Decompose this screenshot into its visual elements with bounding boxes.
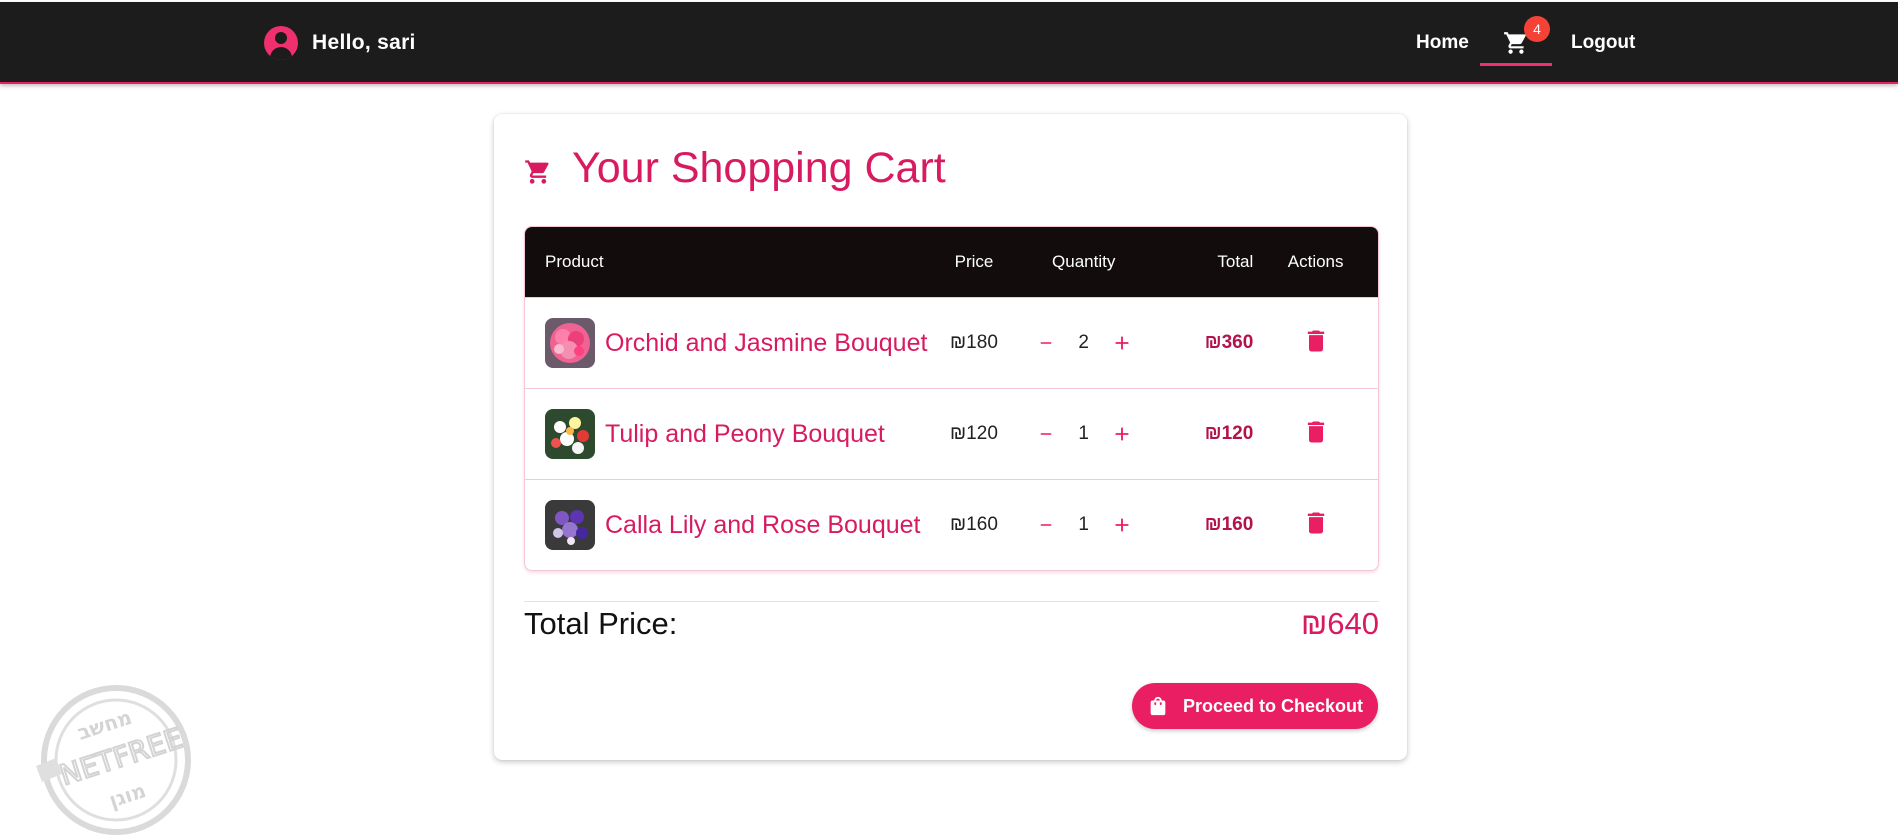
total-price-value: ₪640 bbox=[1300, 606, 1379, 641]
total-price-label: Total Price: bbox=[524, 606, 678, 641]
quantity-stepper: 2 bbox=[1004, 325, 1164, 361]
quantity-value: 1 bbox=[1078, 423, 1089, 444]
increase-quantity-button[interactable] bbox=[1104, 416, 1140, 452]
nav-logout-link[interactable]: Logout bbox=[1571, 32, 1635, 54]
decrease-quantity-button[interactable] bbox=[1028, 416, 1064, 452]
remove-item-button[interactable] bbox=[1302, 509, 1330, 537]
svg-text:מוגן: מוגן bbox=[106, 778, 149, 812]
shopping-cart-card: Your Shopping Cart Product Price Quantit… bbox=[494, 114, 1407, 760]
total-divider bbox=[524, 601, 1379, 602]
quantity-value: 1 bbox=[1078, 514, 1089, 535]
greeting-text: Hello, sari bbox=[312, 31, 416, 54]
add-icon bbox=[1115, 427, 1129, 441]
increase-quantity-button[interactable] bbox=[1104, 507, 1140, 543]
add-icon bbox=[1115, 336, 1129, 350]
add-icon bbox=[1115, 518, 1129, 532]
quantity-stepper: 1 bbox=[1004, 416, 1164, 452]
nav-cart-button[interactable]: 4 bbox=[1480, 4, 1552, 66]
navbar: Hello, sari Home 4 Logout bbox=[0, 2, 1898, 84]
delete-icon bbox=[1307, 421, 1324, 442]
remove-item-button[interactable] bbox=[1302, 418, 1330, 446]
remove-icon bbox=[1040, 342, 1051, 344]
product-image bbox=[545, 500, 595, 550]
table-row: Orchid and Jasmine Bouquet ₪180 2 ₪360 bbox=[525, 297, 1378, 388]
decrease-quantity-button[interactable] bbox=[1028, 507, 1064, 543]
table-header: Product Price Quantity Total Actions bbox=[525, 227, 1378, 297]
column-header-total: Total bbox=[1217, 252, 1254, 271]
shopping-bag-icon bbox=[1150, 696, 1166, 716]
column-header-quantity: Quantity bbox=[1052, 252, 1116, 271]
decrease-quantity-button[interactable] bbox=[1028, 325, 1064, 361]
shopping-cart-icon bbox=[525, 159, 549, 184]
cart-table: Product Price Quantity Total Actions Orc… bbox=[524, 226, 1379, 571]
row-total: ₪160 bbox=[1204, 514, 1254, 535]
column-header-price: Price bbox=[954, 252, 994, 271]
user-greeting: Hello, sari bbox=[264, 26, 416, 60]
product-name[interactable]: Calla Lily and Rose Bouquet bbox=[605, 511, 920, 540]
page-title: Your Shopping Cart bbox=[572, 144, 946, 192]
proceed-to-checkout-button[interactable]: Proceed to Checkout bbox=[1132, 683, 1378, 729]
remove-icon bbox=[1040, 433, 1051, 435]
product-price: ₪180 bbox=[950, 332, 998, 353]
row-total: ₪120 bbox=[1204, 423, 1254, 444]
increase-quantity-button[interactable] bbox=[1104, 325, 1140, 361]
delete-icon bbox=[1307, 512, 1324, 533]
product-name[interactable]: Orchid and Jasmine Bouquet bbox=[605, 329, 927, 358]
cart-count-badge: 4 bbox=[1524, 16, 1550, 42]
row-total: ₪360 bbox=[1204, 332, 1254, 353]
delete-icon bbox=[1307, 330, 1324, 351]
cart-heading: Your Shopping Cart bbox=[524, 144, 946, 193]
remove-item-button[interactable] bbox=[1302, 327, 1330, 355]
product-price: ₪160 bbox=[950, 514, 998, 535]
account-circle-icon bbox=[264, 26, 298, 60]
product-price: ₪120 bbox=[950, 423, 998, 444]
nav-home-link[interactable]: Home bbox=[1416, 32, 1469, 54]
table-row: Tulip and Peony Bouquet ₪120 1 ₪120 bbox=[525, 388, 1378, 479]
column-header-actions: Actions bbox=[1287, 252, 1344, 271]
product-image bbox=[545, 318, 595, 368]
checkout-label: Proceed to Checkout bbox=[1182, 695, 1364, 716]
table-row: Calla Lily and Rose Bouquet ₪160 1 ₪160 bbox=[525, 479, 1378, 570]
product-name[interactable]: Tulip and Peony Bouquet bbox=[605, 420, 885, 449]
quantity-stepper: 1 bbox=[1004, 507, 1164, 543]
product-image bbox=[545, 409, 595, 459]
quantity-value: 2 bbox=[1078, 332, 1089, 353]
column-header-product: Product bbox=[545, 252, 604, 271]
remove-icon bbox=[1040, 524, 1051, 526]
svg-text:NETFREE: NETFREE bbox=[56, 721, 187, 792]
netfree-watermark: מחשב NETFREE מוגן bbox=[30, 682, 205, 837]
